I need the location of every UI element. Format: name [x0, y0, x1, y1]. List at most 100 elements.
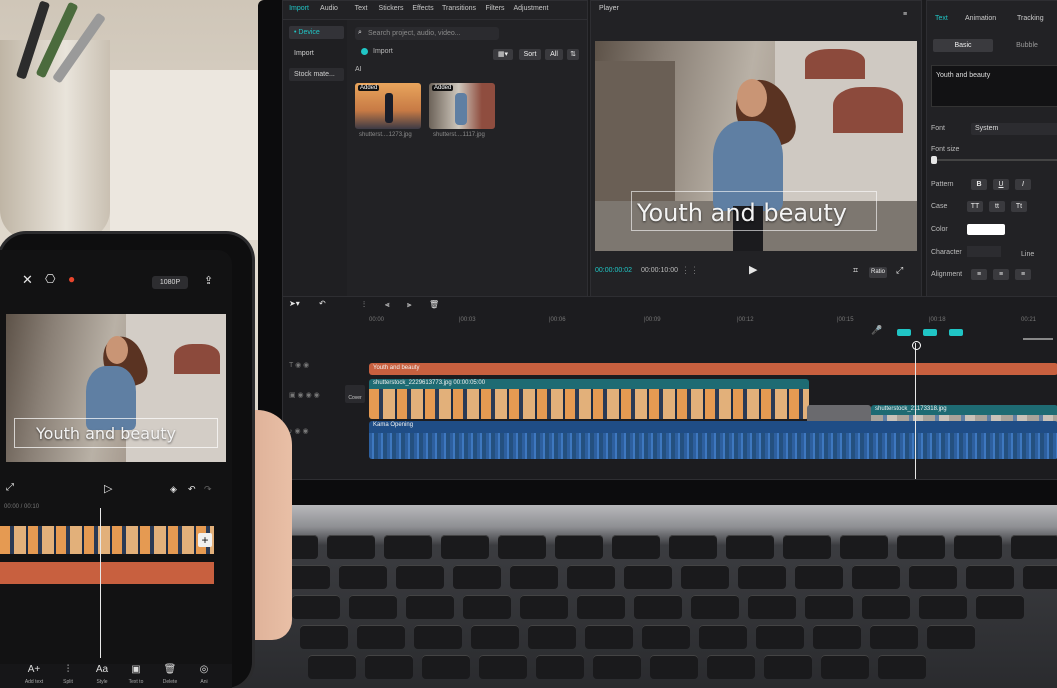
tab-tracking[interactable]: Tracking — [1017, 15, 1044, 22]
link-toggle[interactable] — [923, 329, 937, 336]
keyboard-key — [339, 565, 387, 589]
audio-track-controls[interactable]: ♪ ◉ ◉ — [289, 427, 309, 435]
video-track-clip-1[interactable]: shutterstock_2229613773.jpg 00:00:05:00 — [369, 379, 809, 419]
add-clip-button[interactable]: + — [198, 533, 212, 547]
font-size-slider[interactable] — [931, 156, 1057, 164]
sort-button[interactable]: Sort — [519, 49, 541, 60]
animation-label[interactable]: Ani — [190, 679, 218, 685]
subtab-bubble[interactable]: Bubble — [997, 39, 1057, 52]
tab-effects[interactable]: Effects — [403, 5, 443, 12]
split-icon[interactable]: ⫶ — [363, 300, 365, 310]
view-mode-button[interactable]: ▦▾ — [493, 49, 513, 60]
filter-all-button[interactable]: All — [545, 49, 563, 60]
pro-icon[interactable]: ● — [68, 272, 75, 286]
split-icon[interactable]: ⫶ — [54, 664, 82, 675]
split-right-icon[interactable]: ⫸ — [407, 300, 412, 310]
style-icon[interactable]: Aa — [88, 664, 116, 675]
text-color-swatch[interactable] — [967, 224, 1005, 235]
sidebar-item-stock[interactable]: Stock mate... — [289, 68, 344, 81]
export-icon[interactable]: ⇪ — [204, 274, 213, 287]
fullscreen-icon[interactable]: ⤢ — [896, 265, 903, 276]
phone-caption-box[interactable] — [14, 418, 218, 448]
crop-icon[interactable]: ⌗ — [853, 265, 858, 276]
keyboard-key — [966, 565, 1014, 589]
tab-adjustment[interactable]: Adjustment — [511, 5, 551, 12]
font-size-label: Font size — [931, 146, 960, 153]
tab-animation[interactable]: Animation — [965, 15, 996, 22]
sidebar-item-import[interactable]: Import — [289, 47, 344, 60]
keyboard-key — [783, 535, 831, 559]
audio-track-clip[interactable]: Kama Opening — [369, 421, 1057, 459]
sidebar-item-device[interactable]: • Device — [289, 26, 344, 39]
menu-icon[interactable]: ≡ — [903, 11, 907, 18]
text-track-clip[interactable]: Youth and beauty — [369, 363, 1057, 375]
help-icon[interactable]: ⎔ — [45, 272, 55, 286]
align-center-button[interactable]: ≡ — [993, 269, 1009, 280]
undo-icon[interactable]: ↶ — [319, 299, 326, 308]
underline-button[interactable]: U — [993, 179, 1009, 190]
slider-handle[interactable] — [931, 156, 937, 164]
keyframe-icon[interactable]: ◈ — [170, 484, 177, 495]
close-icon[interactable]: ✕ — [22, 272, 33, 288]
delete-icon[interactable]: 🗑 — [429, 300, 439, 309]
phone-video[interactable]: Youth and beauty — [6, 314, 226, 462]
cover-button[interactable]: Cover — [345, 385, 365, 403]
case-upper-button[interactable]: TT — [967, 201, 983, 212]
add-text-label[interactable]: Add text — [20, 679, 48, 685]
text-content-input[interactable]: Youth and beauty — [931, 65, 1057, 107]
ratio-button[interactable]: Ratio — [869, 267, 887, 278]
align-left-button[interactable]: ≡ — [971, 269, 987, 280]
phone-redo-icon[interactable]: ↷ — [204, 484, 212, 495]
case-lower-button[interactable]: tt — [989, 201, 1005, 212]
media-thumb-1[interactable]: Added — [355, 83, 421, 129]
style-label[interactable]: Style — [88, 679, 116, 685]
tab-text-props[interactable]: Text — [935, 15, 948, 22]
select-tool-icon[interactable]: ➤▾ — [289, 299, 300, 308]
text-track-controls[interactable]: T ◉ ◉ — [289, 361, 309, 369]
pattern-label: Pattern — [931, 181, 954, 188]
media-thumb-2[interactable]: Added — [429, 83, 495, 129]
add-text-icon[interactable]: A+ — [20, 664, 48, 675]
text-to-speech-icon[interactable]: ▣ — [122, 664, 150, 675]
playhead-handle[interactable] — [912, 341, 921, 350]
subtab-basic[interactable]: Basic — [933, 39, 993, 52]
video-track-2-label: shutterstock_21173318.jpg — [875, 406, 947, 412]
animation-icon[interactable]: ◎ — [190, 664, 218, 675]
resolution-button[interactable]: 1080P — [152, 276, 188, 289]
player-video[interactable]: Youth and beauty — [595, 41, 917, 251]
case-title-button[interactable]: Tt — [1011, 201, 1027, 212]
delete-icon[interactable]: 🗑 — [156, 664, 184, 675]
delete-label[interactable]: Delete — [156, 679, 184, 685]
tab-filters[interactable]: Filters — [475, 5, 515, 12]
keyboard-key — [463, 595, 511, 619]
split-left-icon[interactable]: ⫷ — [385, 300, 390, 310]
video-track-controls[interactable]: ▣ ◉ ◉ ◉ — [289, 391, 320, 399]
font-select[interactable]: System — [971, 123, 1057, 135]
character-spacing-input[interactable] — [967, 246, 1001, 257]
phone-play-icon[interactable]: ▷ — [104, 482, 112, 495]
italic-button[interactable]: I — [1015, 179, 1031, 190]
split-label[interactable]: Split — [54, 679, 82, 685]
added-badge: Added — [358, 85, 380, 91]
fullscreen-icon[interactable]: ⤢ — [6, 482, 14, 493]
bold-button[interactable]: B — [971, 179, 987, 190]
phone-playhead[interactable] — [100, 508, 101, 658]
filter-icon[interactable]: ⇅ — [567, 49, 579, 60]
play-icon[interactable]: ▶ — [749, 263, 757, 276]
tab-transitions[interactable]: Transitions — [439, 5, 479, 12]
phone-undo-icon[interactable]: ↶ — [188, 484, 196, 495]
fit-icon[interactable]: ⋮⋮ — [681, 265, 699, 276]
search-input[interactable]: ⌕ Search project, audio, video... — [355, 27, 499, 40]
align-right-button[interactable]: ≡ — [1015, 269, 1031, 280]
import-dot-icon — [361, 48, 368, 55]
import-link[interactable]: Import — [373, 48, 393, 55]
phone-text-track[interactable] — [0, 562, 214, 584]
timeline-playhead[interactable] — [912, 341, 921, 479]
preview-toggle[interactable] — [949, 329, 963, 336]
caption-selection-box[interactable] — [631, 191, 877, 231]
zoom-slider[interactable] — [1023, 338, 1053, 340]
player-time-current: 00:00:00:02 — [595, 267, 632, 274]
text-to-label[interactable]: Text to — [122, 679, 150, 685]
phone-video-track[interactable] — [0, 526, 214, 554]
snap-toggle[interactable] — [897, 329, 911, 336]
